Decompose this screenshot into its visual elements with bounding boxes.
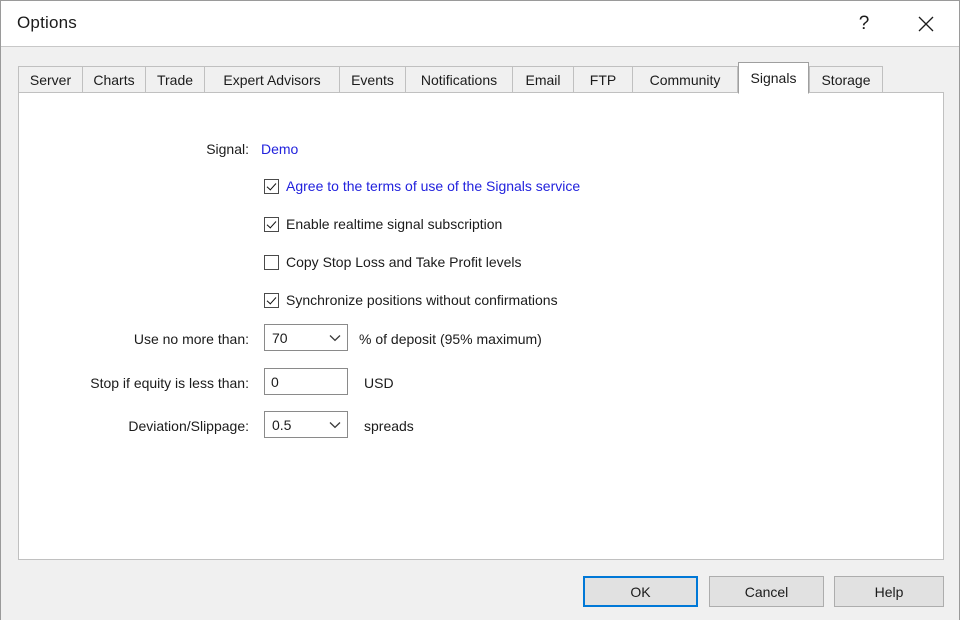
tab-label: Signals (750, 70, 797, 86)
tab-label: Email (525, 72, 561, 88)
agree-terms-label[interactable]: Agree to the terms of use of the Signals… (286, 178, 580, 194)
deviation-slippage-value: 0.5 (272, 416, 292, 433)
chevron-down-icon[interactable] (323, 334, 347, 342)
tab-email[interactable]: Email (512, 66, 574, 93)
synchronize-positions-label: Synchronize positions without confirmati… (286, 292, 558, 308)
close-icon (918, 16, 934, 31)
tab-label: Notifications (420, 72, 498, 88)
titlebar-help-button[interactable]: ? (841, 1, 887, 46)
tab-charts[interactable]: Charts (82, 66, 146, 93)
enable-realtime-checkbox[interactable] (264, 216, 279, 232)
deviation-slippage-suffix: spreads (364, 418, 414, 434)
agree-terms-checkbox-row[interactable]: Agree to the terms of use of the Signals… (264, 178, 580, 194)
tab-ftp[interactable]: FTP (573, 66, 633, 93)
question-mark-icon: ? (858, 12, 870, 34)
synchronize-positions-checkbox-row[interactable]: Synchronize positions without confirmati… (264, 292, 558, 308)
stop-if-equity-input[interactable] (264, 368, 348, 395)
title-bar: Options ? (1, 1, 959, 46)
tab-label: Community (649, 72, 721, 88)
chevron-down-icon[interactable] (323, 421, 347, 429)
tab-label: Expert Advisors (223, 72, 321, 88)
tab-storage[interactable]: Storage (809, 66, 883, 93)
tab-notifications[interactable]: Notifications (405, 66, 513, 93)
copy-sl-tp-checkbox[interactable] (264, 254, 279, 270)
cancel-button[interactable]: Cancel (709, 576, 824, 607)
tab-strip: Server Charts Trade Expert Advisors Even… (18, 62, 944, 94)
tab-expert-advisors[interactable]: Expert Advisors (204, 66, 340, 93)
tab-community[interactable]: Community (632, 66, 738, 93)
copy-sl-tp-label: Copy Stop Loss and Take Profit levels (286, 254, 522, 270)
signals-tab-panel: Signal: Demo Agree to the terms of use o… (18, 92, 944, 560)
copy-sl-tp-checkbox-row[interactable]: Copy Stop Loss and Take Profit levels (264, 254, 522, 270)
tab-trade[interactable]: Trade (145, 66, 205, 93)
dialog-body: Server Charts Trade Expert Advisors Even… (1, 46, 959, 620)
options-dialog: Options ? Server Charts Trade Expert Adv… (0, 0, 960, 620)
tab-server[interactable]: Server (18, 66, 83, 93)
synchronize-positions-checkbox[interactable] (264, 292, 279, 308)
tab-label: Storage (821, 72, 871, 88)
window-title: Options (17, 13, 77, 32)
titlebar-close-button[interactable] (903, 1, 949, 46)
help-button[interactable]: Help (834, 576, 944, 607)
use-no-more-than-combo[interactable]: 70 (264, 324, 348, 351)
tab-label: Charts (93, 72, 135, 88)
use-no-more-than-label: Use no more than: (133, 331, 249, 347)
signal-label: Signal: (206, 141, 249, 157)
tab-label: Events (351, 72, 394, 88)
stop-if-equity-suffix: USD (364, 375, 394, 391)
enable-realtime-checkbox-row[interactable]: Enable realtime signal subscription (264, 216, 502, 232)
tab-label: FTP (589, 72, 617, 88)
signal-value-link[interactable]: Demo (261, 141, 298, 157)
stop-if-equity-label: Stop if equity is less than: (90, 375, 249, 391)
deviation-slippage-label: Deviation/Slippage: (128, 418, 249, 434)
tab-label: Trade (156, 72, 194, 88)
tab-events[interactable]: Events (339, 66, 406, 93)
enable-realtime-label: Enable realtime signal subscription (286, 216, 503, 232)
ok-button[interactable]: OK (583, 576, 698, 607)
tab-signals[interactable]: Signals (738, 62, 809, 94)
use-no-more-than-suffix: % of deposit (95% maximum) (359, 331, 542, 347)
agree-terms-checkbox[interactable] (264, 178, 279, 194)
tab-label: Server (29, 72, 72, 88)
use-no-more-than-value: 70 (272, 329, 288, 346)
deviation-slippage-combo[interactable]: 0.5 (264, 411, 348, 438)
